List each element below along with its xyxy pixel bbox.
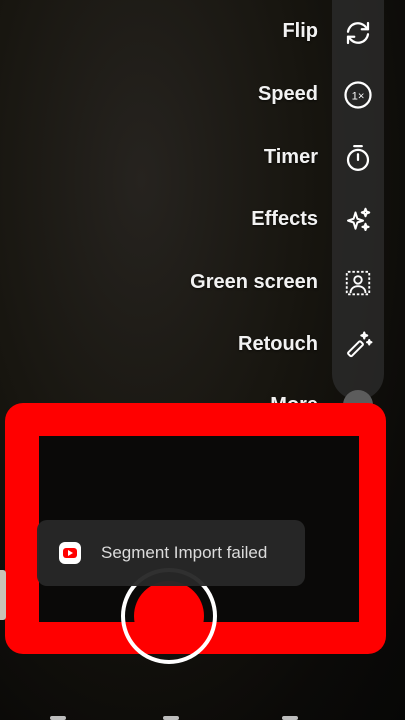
youtube-icon [59,542,81,564]
timer-icon[interactable] [340,140,376,176]
gallery-thumbnail[interactable] [0,570,6,620]
green-screen-icon[interactable] [340,265,376,301]
retouch-icon[interactable] [340,327,376,363]
retouch-label[interactable]: Retouch [238,333,318,356]
speed-badge: 1× [352,90,365,102]
effects-icon[interactable] [340,202,376,238]
error-toast: Segment Import failed [37,520,305,586]
speed-label[interactable]: Speed [258,83,318,106]
speed-icon[interactable]: 1× [340,77,376,113]
bottom-nav-hint [0,710,405,720]
timer-label[interactable]: Timer [264,146,318,169]
toast-message: Segment Import failed [101,543,268,562]
effects-label[interactable]: Effects [251,208,318,231]
record-button[interactable] [134,581,204,651]
flip-label[interactable]: Flip [282,20,318,43]
flip-icon[interactable] [340,15,376,51]
green-screen-label[interactable]: Green screen [190,271,318,294]
